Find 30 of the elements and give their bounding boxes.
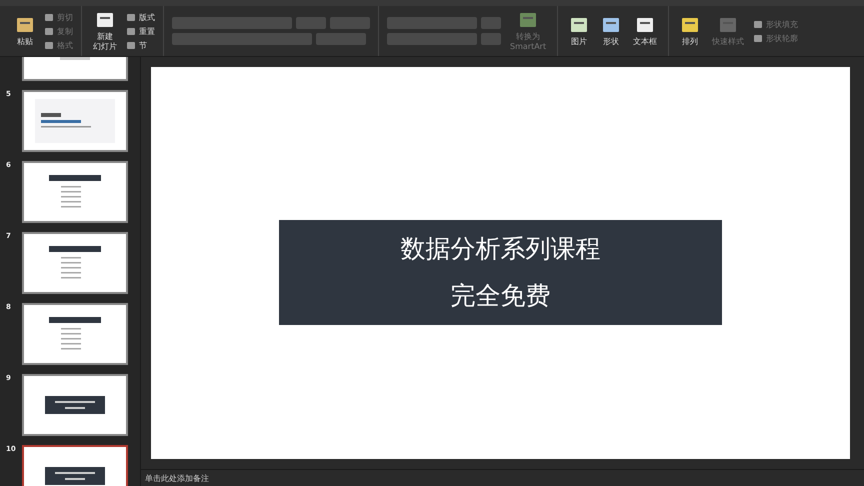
slide-thumbnail[interactable] <box>22 90 128 152</box>
slide-thumbnail[interactable] <box>22 374 128 436</box>
font-name-field[interactable] <box>172 17 292 29</box>
ribbon-button[interactable]: 形状 <box>598 14 624 48</box>
slide-thumbnail[interactable] <box>22 303 128 365</box>
ribbon-button[interactable]: 图片 <box>566 14 592 48</box>
slide-thumbnail[interactable] <box>22 161 128 223</box>
bullet-slide-drawing <box>49 317 101 351</box>
text-align-button[interactable] <box>481 33 501 45</box>
font-size-field[interactable] <box>296 17 326 29</box>
ribbon-button[interactable]: 重置 <box>126 26 155 36</box>
list-buttons[interactable] <box>387 17 477 29</box>
align-buttons[interactable] <box>387 33 477 45</box>
slide-title-text: 完全免费 <box>450 280 550 312</box>
font-grow-button[interactable] <box>330 17 370 29</box>
ribbon-button[interactable]: 节 <box>126 40 155 50</box>
title-slide-drawing <box>45 467 105 485</box>
title-slide-drawing <box>45 396 105 414</box>
font-style-buttons[interactable] <box>172 33 312 45</box>
bullet-slide-drawing <box>49 175 101 209</box>
font-color-button[interactable] <box>316 33 366 45</box>
columns-button[interactable] <box>481 17 501 29</box>
ribbon-button[interactable]: 粘贴 <box>12 14 38 48</box>
slide-thumbnail[interactable] <box>22 232 128 294</box>
bullet-slide-drawing <box>49 246 101 280</box>
slide-title-text: 数据分析系列课程 <box>400 233 600 265</box>
ribbon-button[interactable]: 文本框 <box>630 14 660 48</box>
ribbon-button[interactable]: 新建 幻灯片 <box>90 9 120 53</box>
ribbon-button[interactable]: 排列 <box>677 14 704 48</box>
ribbon-button[interactable]: 版式 <box>126 12 155 22</box>
